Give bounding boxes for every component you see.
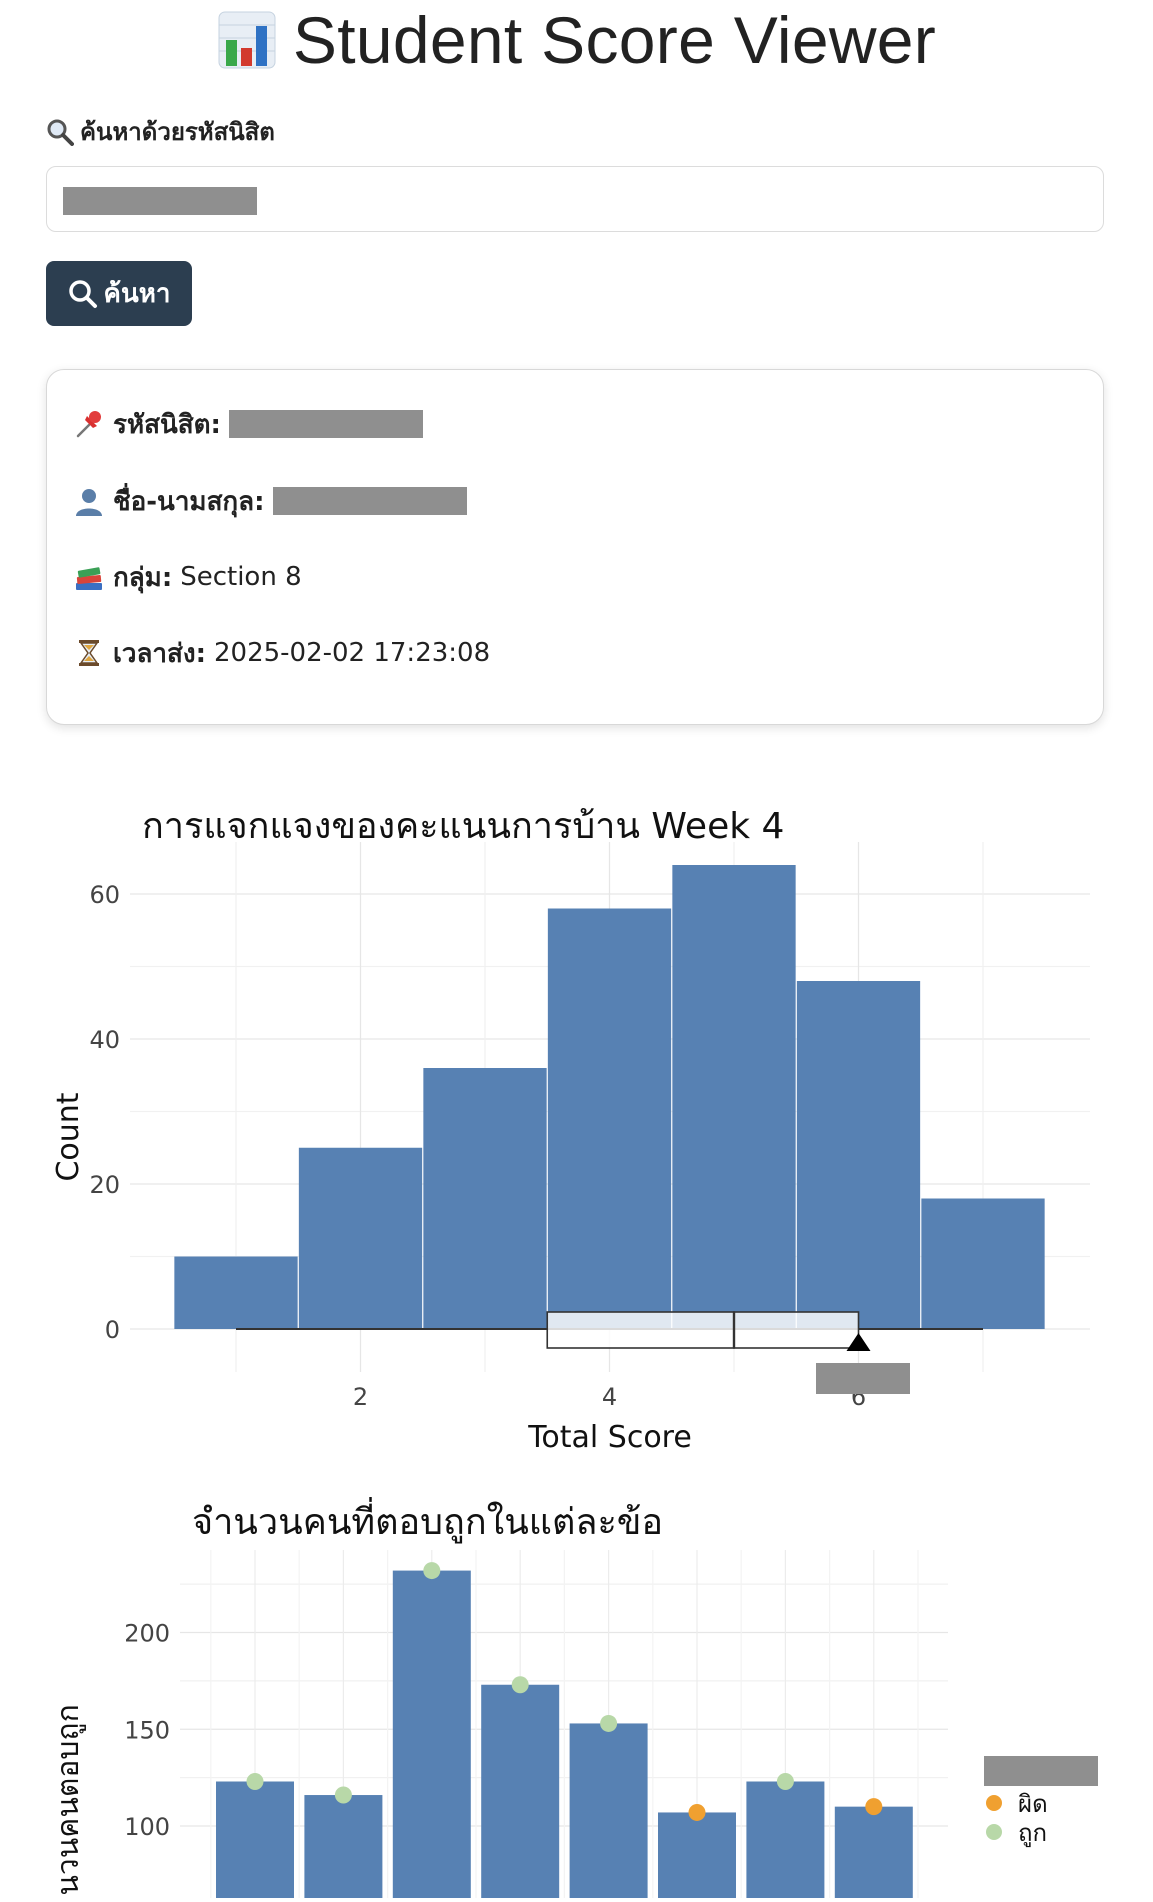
chart1-x-tick-label: 2 [353,1383,368,1411]
correct-answers-svg: จำนวนคนที่ตอบถูกในแต่ละข้อ 100 150 200 จำน… [51,1497,1098,1902]
chart1-bar [796,981,921,1329]
chart2-bar [304,1795,383,1898]
search-input[interactable] [63,185,1067,217]
correct-answers-chart: จำนวนคนที่ตอบถูกในแต่ละข้อ 100 150 200 จำน… [0,1490,1153,1902]
chart2-bar [392,1570,471,1898]
chart1-bar [672,865,796,1329]
submission-time-row: เวลาส่ง: 2025-02-02 17:23:08 [73,633,490,673]
score-distribution-chart: การแจกแจงของคะแนนการบ้าน Week 4 0 20 40 60 … [0,780,1153,1480]
chart1-box-lower [546,1311,735,1349]
chart2-y-tick-label: 100 [124,1813,170,1841]
student-name-row: ชื่อ-นามสกุล: [73,481,467,521]
books-icon [76,567,102,590]
chart2-legend: ผิด ถูก [984,1756,1098,1848]
chart2-bar [746,1781,825,1898]
pushpin-icon [76,411,101,438]
app-title: Student Score Viewer [0,0,1153,80]
student-id-search-field[interactable] [46,166,1104,232]
chart2-point [865,1798,883,1816]
bar-chart-emoji-icon [218,11,276,69]
student-info-card: รหัสนิสิต: ชื่อ-นามสกุล: กลุ่ม: Section … [46,369,1104,725]
chart2-bar [834,1806,913,1898]
score-histogram-svg: การแจกแจงของคะแนนการบ้าน Week 4 0204060 … [51,806,1090,1455]
chart2-bar [658,1812,736,1898]
hourglass-icon [79,640,99,666]
redacted-student-name [272,487,467,515]
chart2-grid [180,1550,948,1898]
chart1-y-tick-label: 0 [105,1316,120,1344]
chart1-y-tick-label: 40 [89,1026,120,1054]
chart2-point [511,1676,529,1694]
chart2-y-tick-label: 150 [124,1716,170,1744]
student-name-label: ชื่อ-นามสกุล: [113,486,265,517]
search-label-text: ค้นหาด้วยรหัสนิสิต [80,118,275,146]
student-group-value: Section 8 [180,562,302,592]
redacted-legend-title [984,1756,1098,1786]
chart2-bar [481,1684,560,1898]
chart2-bar [569,1723,648,1898]
chart2-y-axis-label: จำนวนคนตอบถูก [51,1704,86,1898]
legend-wrong-label: ผิด [1018,1790,1048,1818]
page-title: Student Score Viewer [292,3,937,77]
legend-wrong-swatch [986,1795,1002,1811]
chart2-title: จำนวนคนที่ตอบถูกในแต่ละข้อ [192,1497,663,1544]
chart1-bar [174,1256,298,1329]
search-button[interactable]: ค้นหา [46,261,192,326]
chart1-box-upper [733,1311,860,1349]
chart1-bar [298,1147,423,1329]
chart1-y-axis-label: Count [51,1092,86,1181]
chart2-point [246,1772,264,1790]
redacted-marker-label [816,1363,910,1394]
magnifier-icon [47,119,74,146]
student-id-label: รหัสนิสิต: [113,409,221,440]
chart2-point [423,1562,441,1580]
submission-time-value: 2025-02-02 17:23:08 [213,638,491,668]
search-icon [68,279,97,308]
student-group-row: กลุ่ม: Section 8 [73,557,302,597]
chart2-y-tick-label: 200 [124,1620,170,1648]
chart2-y-ticks: 100 150 200 [124,1620,170,1842]
redacted-student-id [228,410,423,438]
chart1-bars [174,865,1045,1329]
legend-correct-swatch [986,1824,1002,1840]
student-id-row: รหัสนิสิต: [73,404,423,444]
student-group-label: กลุ่ม: [113,562,173,593]
chart1-title: การแจกแจงของคะแนนการบ้าน Week 4 [142,806,784,847]
chart1-bar [921,1198,1045,1329]
person-icon [76,489,102,516]
chart1-y-ticks: 0 20 40 60 [89,881,120,1344]
chart2-bar [216,1781,294,1898]
chart2-point [334,1786,352,1804]
chart2-point [688,1803,706,1821]
chart2-point [600,1714,618,1732]
chart1-x-axis-label: Total Score [527,1420,692,1455]
search-button-label: ค้นหา [103,279,171,309]
chart1-y-tick-label: 20 [89,1171,120,1199]
chart1-y-tick-label: 60 [89,881,120,909]
chart2-point [776,1772,794,1790]
chart1-bar [547,908,672,1329]
submission-time-label: เวลาส่ง: [113,638,206,669]
legend-correct-label: ถูก [1018,1819,1047,1848]
chart1-x-ticks: 246 [353,1383,866,1411]
chart1-bar [423,1068,547,1329]
search-label: ค้นหาด้วยรหัสนิสิต [46,112,275,151]
chart1-x-tick-label: 4 [602,1383,617,1411]
